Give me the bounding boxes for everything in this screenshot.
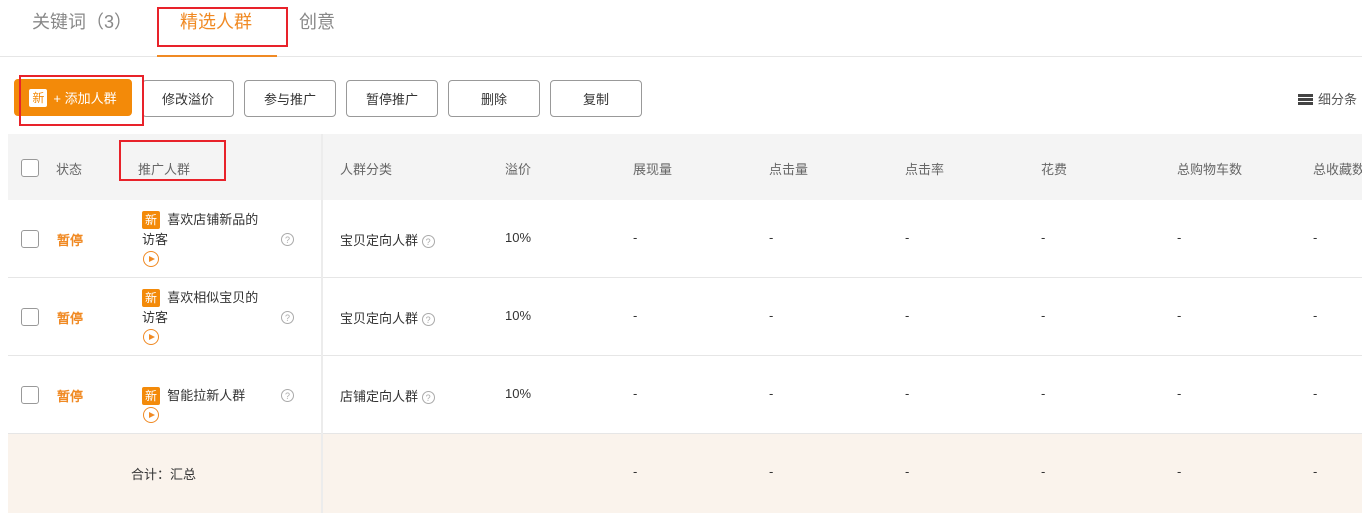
help-icon[interactable]: ? xyxy=(281,233,294,246)
play-icon[interactable] xyxy=(143,407,159,423)
copy-button[interactable]: 复制 xyxy=(550,80,642,117)
audience-name: 新 喜欢相似宝贝的访客 xyxy=(142,288,272,328)
col-category: 人群分类 xyxy=(340,162,393,177)
col-clicks[interactable]: 点击量 xyxy=(769,159,808,178)
impressions-cell: - xyxy=(633,230,638,245)
frozen-column-divider xyxy=(321,134,323,513)
ctr-cell: - xyxy=(905,230,910,245)
delete-button[interactable]: 删除 xyxy=(448,80,540,117)
audience-name-line2: 访客 xyxy=(142,310,169,325)
col-ctr[interactable]: 点击率 xyxy=(905,159,944,178)
impressions-cell: - xyxy=(633,308,638,323)
premium-cell[interactable]: 10% xyxy=(505,386,531,401)
fav-cell: - xyxy=(1313,386,1318,401)
audience-name-line1: 智能拉新人群 xyxy=(167,388,246,403)
summary-label: 合计：汇总 xyxy=(131,467,197,482)
cost-cell: - xyxy=(1041,230,1046,245)
cost-cell: - xyxy=(1041,386,1046,401)
col-cart[interactable]: 总购物车数 xyxy=(1177,159,1242,178)
summary-impressions: - xyxy=(633,464,638,479)
category-cell: 宝贝定向人群 ? xyxy=(340,308,435,327)
cart-cell: - xyxy=(1177,230,1182,245)
annotation-box xyxy=(19,75,144,126)
new-badge: 新 xyxy=(142,289,160,307)
list-icon xyxy=(1298,94,1313,105)
help-icon[interactable]: ? xyxy=(421,313,435,327)
help-icon[interactable]: ? xyxy=(421,391,435,405)
col-premium: 溢价 xyxy=(505,162,532,177)
help-icon[interactable]: ? xyxy=(421,235,435,249)
segment-label: 细分条 xyxy=(1318,92,1358,107)
new-badge: 新 xyxy=(142,211,160,229)
category-cell: 宝贝定向人群 ? xyxy=(340,230,435,249)
impressions-cell: - xyxy=(633,386,638,401)
annotation-box xyxy=(157,7,288,47)
tab-keywords[interactable]: 关键词（3） xyxy=(32,8,132,34)
select-all-checkbox[interactable] xyxy=(21,159,39,177)
join-promotion-button[interactable]: 参与推广 xyxy=(244,80,336,117)
summary-ctr: - xyxy=(905,464,910,479)
audience-name-line2: 访客 xyxy=(142,232,169,247)
annotation-box xyxy=(119,140,226,181)
new-badge: 新 xyxy=(142,387,160,405)
edit-premium-button[interactable]: 修改溢价 xyxy=(142,80,234,117)
clicks-cell: - xyxy=(769,230,774,245)
ctr-cell: - xyxy=(905,308,910,323)
active-tab-underline xyxy=(157,55,277,57)
premium-cell[interactable]: 10% xyxy=(505,230,531,245)
help-icon[interactable]: ? xyxy=(281,311,294,324)
play-icon[interactable] xyxy=(143,329,159,345)
summary-clicks: - xyxy=(769,464,774,479)
audience-name-line1: 喜欢相似宝贝的 xyxy=(167,290,259,305)
summary-row xyxy=(8,434,1362,513)
tab-creative[interactable]: 创意 xyxy=(299,8,335,34)
audience-name: 新 智能拉新人群 xyxy=(142,386,245,406)
cart-cell: - xyxy=(1177,386,1182,401)
row-checkbox[interactable] xyxy=(21,308,39,326)
fav-cell: - xyxy=(1313,230,1318,245)
premium-cell[interactable]: 10% xyxy=(505,308,531,323)
category-cell: 店铺定向人群 ? xyxy=(340,386,435,405)
summary-cart: - xyxy=(1177,464,1182,479)
row-checkbox[interactable] xyxy=(21,230,39,248)
col-cost[interactable]: 花费 xyxy=(1041,159,1067,178)
summary-cost: - xyxy=(1041,464,1046,479)
segment-button[interactable]: 细分条 xyxy=(1298,89,1357,108)
clicks-cell: - xyxy=(769,308,774,323)
audience-name-line1: 喜欢店铺新品的 xyxy=(167,212,259,227)
row-checkbox[interactable] xyxy=(21,386,39,404)
status-toggle[interactable]: 暂停 xyxy=(57,308,83,327)
play-icon[interactable] xyxy=(143,251,159,267)
status-toggle[interactable]: 暂停 xyxy=(57,230,83,249)
col-favorites[interactable]: 总收藏数 xyxy=(1313,159,1362,178)
col-status: 状态 xyxy=(56,162,83,177)
fav-cell: - xyxy=(1313,308,1318,323)
cart-cell: - xyxy=(1177,308,1182,323)
col-impressions[interactable]: 展现量 xyxy=(633,159,672,178)
status-toggle[interactable]: 暂停 xyxy=(57,386,83,405)
summary-favorites: - xyxy=(1313,464,1318,479)
cost-cell: - xyxy=(1041,308,1046,323)
pause-promotion-button[interactable]: 暂停推广 xyxy=(346,80,438,117)
ctr-cell: - xyxy=(905,386,910,401)
clicks-cell: - xyxy=(769,386,774,401)
audience-name: 新 喜欢店铺新品的访客 xyxy=(142,210,272,250)
help-icon[interactable]: ? xyxy=(281,389,294,402)
